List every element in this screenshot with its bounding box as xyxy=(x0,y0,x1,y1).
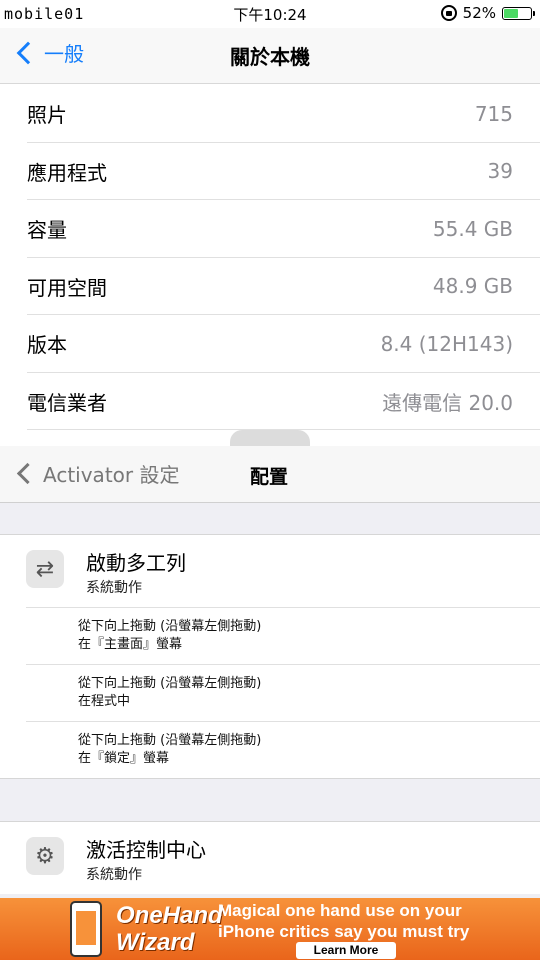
event-gesture: 從下向上拖動 (沿螢幕左側拖動) xyxy=(78,619,262,634)
ad-title-line1: OneHand xyxy=(116,902,223,929)
ad-title-line2: Wizard xyxy=(116,929,195,956)
row-label: 可用空間 xyxy=(27,275,107,300)
about-row-version: 版本 8.4 (12H143) xyxy=(0,315,540,373)
action-group-multitasking: ⇄ 啟動多工列 系統動作 從下向上拖動 (沿螢幕左側拖動) 在『主畫面』螢幕 從… xyxy=(0,534,540,779)
back-button-label: Activator 設定 xyxy=(43,463,180,487)
about-row-carrier[interactable]: 電信業者 遠傳電信 20.0 xyxy=(0,373,540,431)
battery-percent: 52% xyxy=(462,4,496,22)
activator-panel: Activator 設定 配置 ⇄ 啟動多工列 系統動作 從下向上拖動 (沿螢幕… xyxy=(0,446,540,898)
action-row-multitasking[interactable]: ⇄ 啟動多工列 系統動作 xyxy=(0,535,540,607)
ad-banner[interactable]: OneHand Wizard Magical one hand use on y… xyxy=(0,898,540,960)
event-row[interactable]: 從下向上拖動 (沿螢幕左側拖動) 在『主畫面』螢幕 xyxy=(0,607,540,664)
swap-arrows-icon: ⇄ xyxy=(26,550,64,588)
row-label: 應用程式 xyxy=(27,160,107,185)
gear-icon: ⚙ xyxy=(26,837,64,875)
about-row-capacity: 容量 55.4 GB xyxy=(0,200,540,258)
row-label: 照片 xyxy=(27,103,67,128)
row-value: 遠傳電信 20.0 xyxy=(382,390,513,415)
activator-page-title: 配置 xyxy=(250,466,289,488)
about-list: 照片 715 應用程式 39 容量 55.4 GB 可用空間 48.9 GB 版… xyxy=(0,85,540,430)
event-context: 在程式中 xyxy=(78,694,131,709)
row-label: 版本 xyxy=(27,333,67,358)
action-title: 激活控制中心 xyxy=(86,838,206,862)
action-group-control-center: ⚙ 激活控制中心 系統動作 xyxy=(0,821,540,894)
row-value: 8.4 (12H143) xyxy=(380,331,513,356)
event-row[interactable]: 從下向上拖動 (沿螢幕左側拖動) 在『鎖定』螢幕 xyxy=(0,721,540,778)
ad-copy: Magical one hand use on your iPhone crit… xyxy=(218,900,469,942)
action-title: 啟動多工列 xyxy=(86,551,186,575)
status-bar: mobile01 下午10:24 52% xyxy=(0,0,540,28)
ad-copy-line2: iPhone critics say you must try xyxy=(218,922,470,941)
row-value: 715 xyxy=(474,101,513,126)
event-context: 在『鎖定』螢幕 xyxy=(78,751,170,766)
about-row-photos: 照片 715 xyxy=(0,85,540,143)
action-subtitle: 系統動作 xyxy=(86,580,142,596)
status-right: 52% xyxy=(440,4,535,22)
row-value: 39 xyxy=(487,159,513,184)
back-button-activator-settings[interactable]: Activator 設定 xyxy=(14,459,179,488)
activator-navigation-bar: Activator 設定 配置 xyxy=(0,446,540,503)
chevron-left-icon xyxy=(16,462,39,485)
event-context: 在『主畫面』螢幕 xyxy=(78,637,183,652)
ad-learn-more-button[interactable]: Learn More xyxy=(296,942,396,959)
rotation-lock-icon xyxy=(440,5,457,21)
row-value: 48.9 GB xyxy=(432,274,513,299)
about-row-available: 可用空間 48.9 GB xyxy=(0,258,540,316)
page-title: 關於本機 xyxy=(230,45,310,69)
phone-hand-icon xyxy=(70,901,102,957)
ad-title: OneHand Wizard xyxy=(116,902,223,956)
ad-copy-line1: Magical one hand use on your xyxy=(218,901,462,920)
navigation-bar: 一般 關於本機 xyxy=(0,28,540,84)
battery-icon xyxy=(502,6,535,20)
row-label: 電信業者 xyxy=(27,390,107,415)
action-subtitle: 系統動作 xyxy=(86,867,142,883)
event-gesture: 從下向上拖動 (沿螢幕左側拖動) xyxy=(78,676,262,691)
row-value: 55.4 GB xyxy=(432,216,513,241)
battery-fill xyxy=(504,8,518,18)
action-row-control-center[interactable]: ⚙ 激活控制中心 系統動作 xyxy=(0,822,540,894)
event-gesture: 從下向上拖動 (沿螢幕左側拖動) xyxy=(78,733,262,748)
about-row-apps: 應用程式 39 xyxy=(0,143,540,201)
event-row[interactable]: 從下向上拖動 (沿螢幕左側拖動) 在程式中 xyxy=(0,664,540,721)
row-label: 容量 xyxy=(27,218,67,243)
